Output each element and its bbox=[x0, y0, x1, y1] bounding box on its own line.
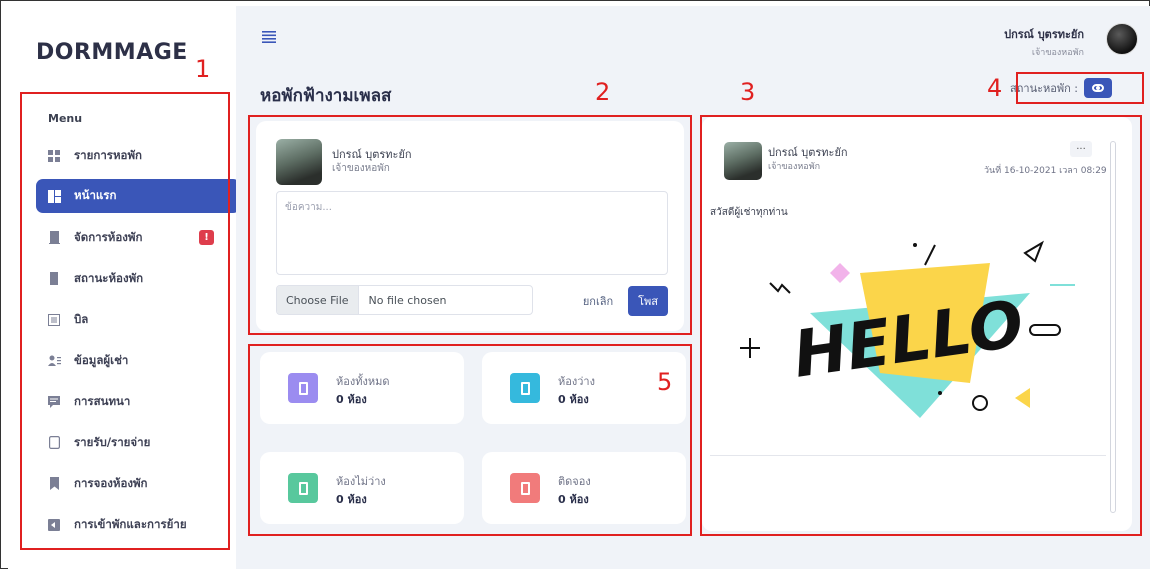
annotation-box-3 bbox=[700, 115, 1142, 536]
user-info[interactable]: ปกรณ์ บุตรทะยัก เจ้าของหอพัก bbox=[1004, 25, 1084, 59]
annotation-number-3: 3 bbox=[740, 78, 756, 106]
page-title: หอพักฟ้างามเพลส bbox=[260, 86, 392, 106]
user-name: ปกรณ์ บุตรทะยัก bbox=[1004, 28, 1084, 41]
annotation-number-1: 1 bbox=[195, 55, 211, 83]
annotation-number-4: 4 bbox=[987, 74, 1003, 102]
annotation-number-5: 5 bbox=[657, 368, 673, 396]
annotation-box-4 bbox=[1016, 72, 1144, 104]
annotation-box-2 bbox=[248, 115, 692, 335]
avatar[interactable] bbox=[1106, 23, 1138, 55]
app-logo: DORMMAGE bbox=[36, 40, 188, 65]
hamburger-menu-icon[interactable] bbox=[262, 28, 276, 47]
annotation-number-2: 2 bbox=[595, 78, 611, 106]
annotation-box-5 bbox=[248, 344, 692, 536]
annotation-box-1 bbox=[20, 92, 230, 550]
user-role: เจ้าของหอพัก bbox=[1031, 48, 1084, 58]
